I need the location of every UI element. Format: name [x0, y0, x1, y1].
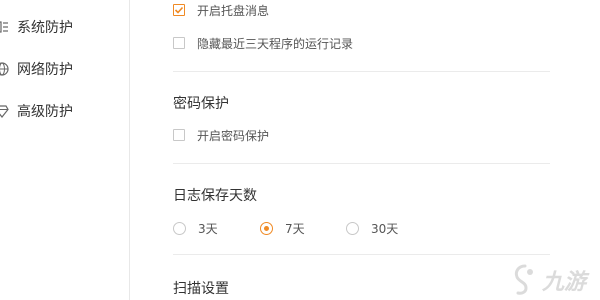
sidebar-item-system-protection[interactable]: 系统防护	[0, 16, 73, 38]
divider	[173, 163, 550, 164]
log-days-option-30[interactable]: 30天	[346, 219, 398, 237]
log-days-option-3[interactable]: 3天	[173, 219, 218, 237]
tray-message-checkbox[interactable]	[173, 4, 185, 16]
password-protect-checkbox[interactable]	[173, 129, 185, 141]
password-protect-option[interactable]: 开启密码保护	[173, 126, 269, 144]
sidebar-item-label: 网络防护	[17, 62, 73, 78]
radio-button[interactable]	[173, 221, 186, 235]
watermark-text: 九游	[541, 270, 586, 295]
divider	[173, 254, 550, 255]
password-section-title: 密码保护	[173, 96, 229, 112]
sidebar-item-network-protection[interactable]: 网络防护	[0, 58, 73, 80]
globe-icon	[0, 61, 10, 77]
sidebar-item-label: 高级防护	[17, 104, 73, 120]
watermark-logo-icon	[514, 264, 533, 295]
radio-label: 7天	[285, 221, 305, 236]
log-days-section-title: 日志保存天数	[173, 188, 257, 204]
radio-label: 30天	[371, 221, 399, 236]
radio-button-selected[interactable]	[260, 221, 273, 235]
system-protect-icon	[0, 19, 10, 35]
sidebar-item-advanced-protection[interactable]: 高级防护	[0, 100, 73, 122]
settings-panel: 开启托盘消息 隐藏最近三天程序的运行记录 密码保护 开启密码保护 日志保存天数 …	[130, 0, 600, 300]
sidebar-item-label: 系统防护	[17, 20, 73, 36]
hide-records-label: 隐藏最近三天程序的运行记录	[197, 36, 354, 51]
radio-label: 3天	[198, 221, 218, 236]
log-days-option-7[interactable]: 7天	[260, 219, 305, 237]
divider	[173, 71, 550, 72]
hide-records-checkbox[interactable]	[173, 37, 185, 49]
tray-message-option[interactable]: 开启托盘消息	[173, 1, 269, 19]
password-protect-label: 开启密码保护	[197, 128, 270, 143]
watermark-logo: 九游	[512, 264, 586, 296]
checkmark-icon	[174, 6, 184, 14]
radio-button[interactable]	[346, 221, 359, 235]
hide-records-option[interactable]: 隐藏最近三天程序的运行记录	[173, 34, 353, 52]
diamond-icon	[0, 103, 10, 119]
tray-message-label: 开启托盘消息	[197, 3, 270, 18]
scan-section-title: 扫描设置	[173, 281, 229, 297]
sidebar: 系统防护 网络防护 高级防护	[0, 0, 130, 300]
